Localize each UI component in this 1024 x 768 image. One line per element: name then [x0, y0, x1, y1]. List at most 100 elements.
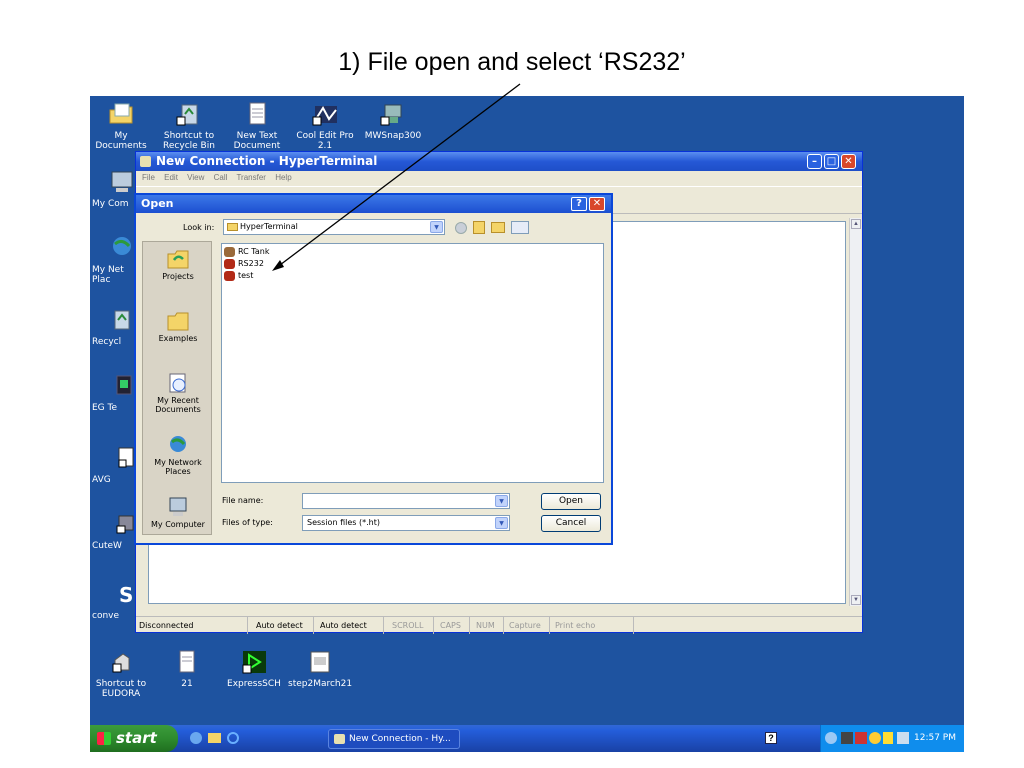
file-item-test[interactable]: test: [224, 270, 253, 282]
desktop-icon-my-documents[interactable]: My Documents: [90, 100, 152, 151]
place-label: My Network Places: [154, 458, 202, 476]
window-title: New Connection - HyperTerminal: [156, 154, 378, 168]
desktop-icon-recycle-shortcut[interactable]: Shortcut to Recycle Bin: [158, 100, 220, 151]
slide: 1) File open and select ‘RS232’ My Docum…: [0, 0, 1024, 768]
place-recent[interactable]: My Recent Documents: [143, 372, 213, 414]
chevron-down-icon[interactable]: ▼: [430, 221, 443, 233]
clock[interactable]: 12:57 PM: [914, 725, 956, 752]
hyperterminal-app-icon: [140, 156, 151, 167]
close-button[interactable]: ✕: [841, 154, 856, 169]
desktop: My Documents Shortcut to Recycle Bin New…: [90, 96, 964, 752]
image-file-icon: [305, 648, 333, 676]
speaker-tray-icon[interactable]: [869, 732, 881, 744]
view-menu-icon[interactable]: [511, 221, 529, 234]
status-caps: CAPS: [434, 617, 470, 634]
desktop-icon-label: Shortcut to Recycle Bin: [163, 131, 215, 151]
file-item-rc-tank[interactable]: RC Tank: [224, 246, 269, 258]
files-of-type-label: Files of type:: [222, 518, 273, 527]
browser-icon[interactable]: [190, 732, 202, 744]
minimize-button[interactable]: –: [807, 154, 822, 169]
desktop-icon-21[interactable]: 21: [156, 648, 218, 689]
connection-tray-icon[interactable]: [897, 732, 909, 744]
hyperterminal-titlebar[interactable]: New Connection - HyperTerminal – □ ✕: [136, 152, 862, 171]
antivirus-tray-icon[interactable]: [855, 732, 867, 744]
desktop-icon-mwsnap[interactable]: MWSnap300: [362, 100, 424, 141]
help-tray-icon[interactable]: ?: [765, 732, 777, 744]
status-bar: Disconnected Auto detect Auto detect SCR…: [136, 616, 862, 634]
dialog-close-button[interactable]: ✕: [589, 197, 605, 211]
desktop-icon-label: My Net Plac: [92, 265, 124, 285]
my-computer-icon: [107, 168, 135, 196]
file-list[interactable]: RC Tank RS232 test: [221, 243, 604, 483]
windows-flag-icon: [97, 732, 111, 745]
eudora-icon: [107, 648, 135, 676]
desktop-icon-label: Cool Edit Pro 2.1: [296, 131, 354, 151]
projects-folder-icon: [166, 248, 190, 270]
my-computer-icon: [166, 496, 190, 518]
taskbar-item-hyperterminal[interactable]: New Connection - Hy...: [328, 729, 460, 749]
desktop-icon-label: step2March21: [288, 679, 353, 689]
back-icon[interactable]: [455, 222, 467, 234]
menu-edit[interactable]: Edit: [164, 173, 178, 182]
desktop-icon-step2[interactable]: step2March21: [288, 648, 353, 689]
menu-transfer[interactable]: Transfer: [236, 173, 266, 182]
recycle-bin-shortcut-icon: [175, 100, 203, 128]
place-projects[interactable]: Projects: [143, 248, 213, 281]
scroll-up-icon[interactable]: ▲: [851, 219, 861, 229]
scroll-down-icon[interactable]: ▼: [851, 595, 861, 605]
menu-view[interactable]: View: [187, 173, 204, 182]
menu-file[interactable]: File: [142, 173, 155, 182]
cuteftp-icon: [107, 510, 135, 538]
files-of-type-dropdown[interactable]: Session files (*.ht) ▼: [302, 515, 510, 531]
file-name: RC Tank: [238, 247, 270, 256]
cancel-button[interactable]: Cancel: [541, 515, 601, 532]
new-folder-icon[interactable]: [491, 222, 505, 233]
help-button[interactable]: ?: [571, 197, 587, 211]
place-label: Projects: [162, 272, 194, 281]
mwsnap-icon: [379, 100, 407, 128]
look-in-dropdown[interactable]: HyperTerminal ▼: [223, 219, 445, 235]
folder-icon[interactable]: [208, 733, 221, 743]
status-print-echo: Print echo: [550, 617, 634, 634]
desktop-icon-expresssch[interactable]: ExpressSCH: [223, 648, 285, 689]
menu-help[interactable]: Help: [275, 173, 291, 182]
taskbar: start New Connection - Hy... ? 12:57 PM: [90, 725, 964, 752]
open-dialog: Open ? ✕ Look in: HyperTerminal ▼ Projec…: [134, 193, 613, 545]
internet-explorer-icon[interactable]: [227, 732, 239, 744]
hyperterminal-session-icon: [224, 259, 235, 269]
shortcut-icon: [107, 444, 135, 472]
file-name-label: File name:: [222, 496, 264, 505]
quick-launch: [190, 731, 250, 746]
start-button[interactable]: start: [90, 725, 178, 752]
tray-arrow-icon[interactable]: [825, 732, 837, 744]
status-connection: Disconnected: [136, 617, 248, 634]
chevron-down-icon[interactable]: ▼: [495, 517, 508, 529]
desktop-icon-new-text[interactable]: New Text Document (2): [226, 100, 288, 151]
hyperterminal-app-icon: [334, 734, 345, 744]
place-examples[interactable]: Examples: [143, 310, 213, 343]
file-name: test: [238, 271, 254, 280]
expresssch-icon: [240, 648, 268, 676]
hyperterminal-session-icon: [224, 271, 235, 281]
status-capture: Capture: [504, 617, 550, 634]
file-item-rs232[interactable]: RS232: [224, 258, 264, 270]
desktop-icon-eudora[interactable]: Shortcut to EUDORA: [90, 648, 152, 699]
place-label: My Computer: [151, 520, 205, 529]
up-folder-icon[interactable]: [473, 221, 485, 234]
network-tray-icon[interactable]: [841, 732, 853, 744]
desktop-icon-label: My Documents: [95, 131, 147, 151]
file-name-input[interactable]: ▼: [302, 493, 510, 509]
vertical-scrollbar[interactable]: ▲ ▼: [849, 218, 861, 606]
place-network[interactable]: My Network Places: [143, 434, 213, 476]
shield-tray-icon[interactable]: [883, 732, 893, 744]
dialog-titlebar[interactable]: Open ? ✕: [136, 195, 611, 213]
svg-text:S: S: [119, 583, 133, 607]
maximize-button[interactable]: □: [824, 154, 839, 169]
recycle-bin-icon: [107, 306, 135, 334]
chevron-down-icon[interactable]: ▼: [495, 495, 508, 507]
desktop-icon-cool-edit[interactable]: Cool Edit Pro 2.1: [294, 100, 356, 151]
place-my-computer[interactable]: My Computer: [143, 496, 213, 529]
open-button[interactable]: Open: [541, 493, 601, 510]
hyperterminal-session-icon: [224, 247, 235, 257]
menu-call[interactable]: Call: [214, 173, 228, 182]
